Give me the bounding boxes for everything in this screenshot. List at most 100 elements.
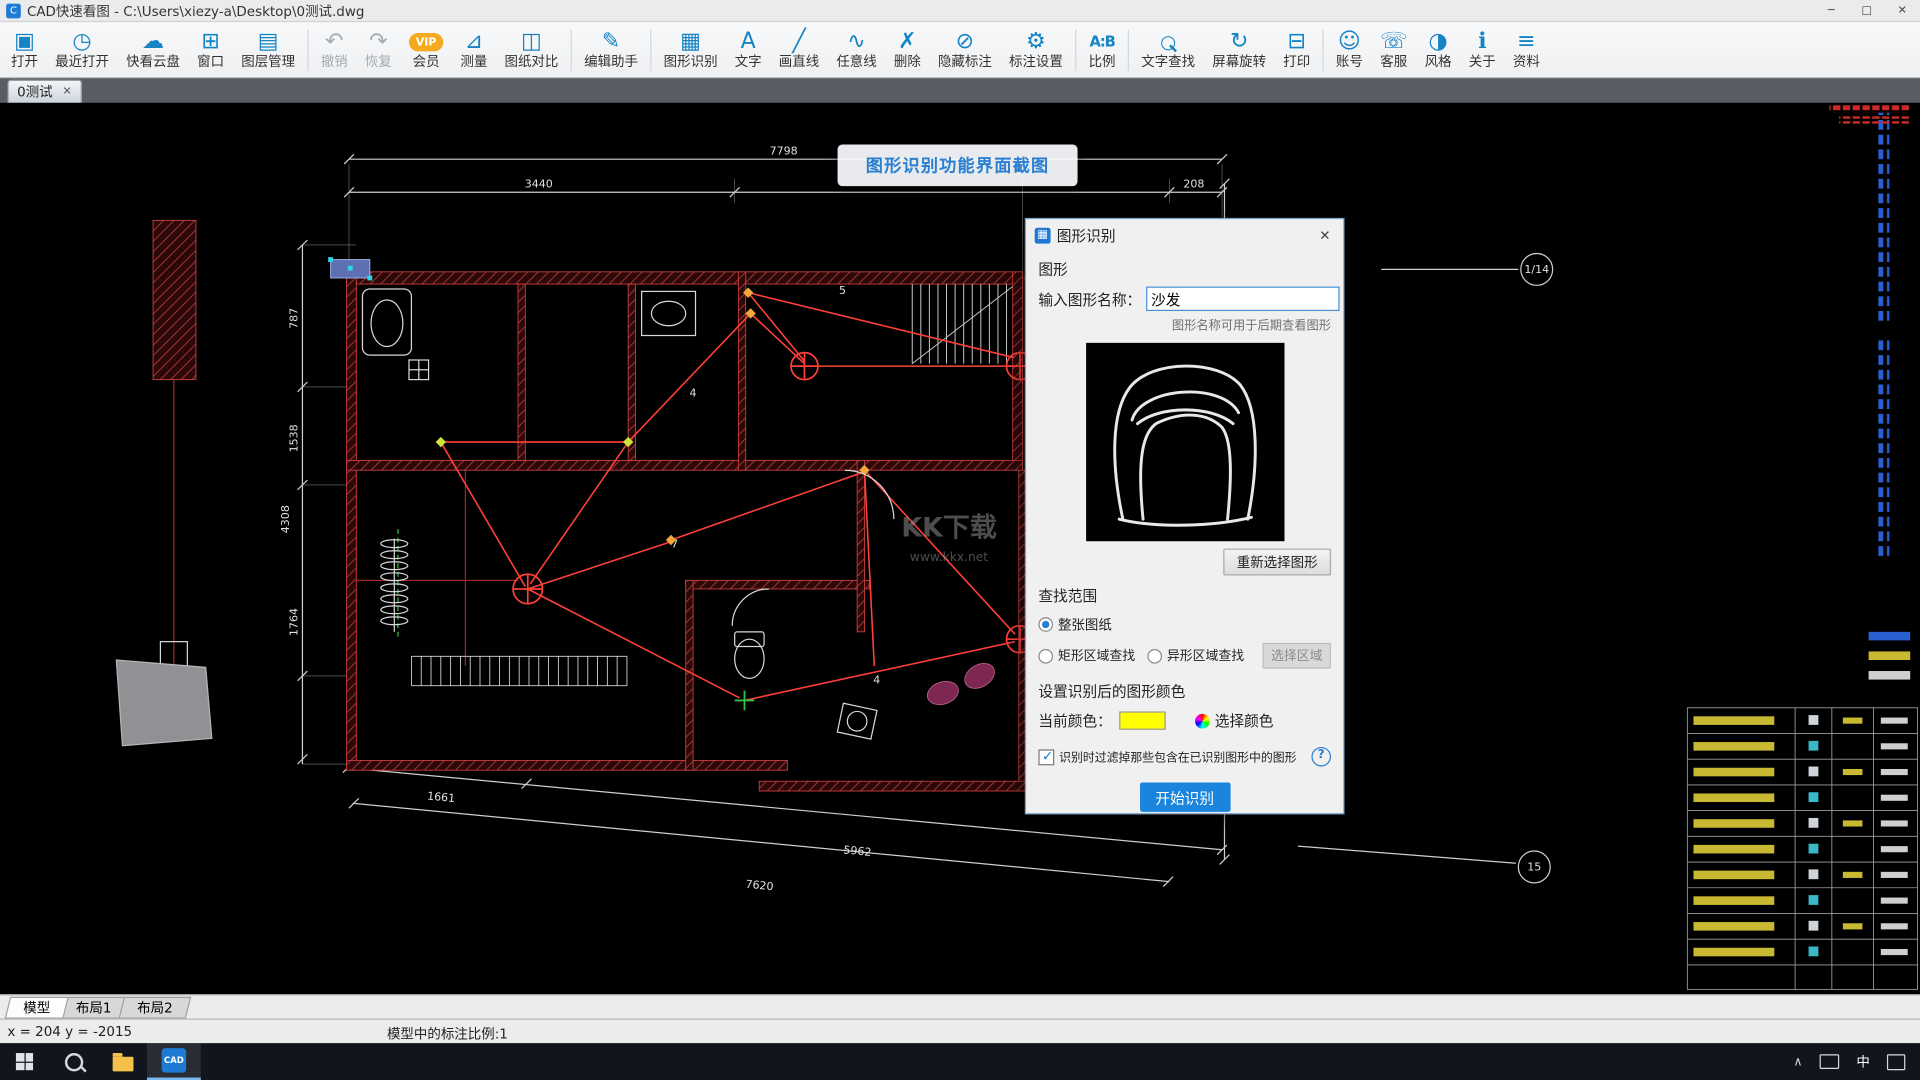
sofa-preview-drawing [1112, 364, 1257, 527]
choose-color-button[interactable]: 选择颜色 [1195, 710, 1274, 731]
tool-support[interactable]: ☏ 客服 [1371, 23, 1416, 77]
watermark: KK下载 www.kkx.net [901, 512, 997, 563]
cad-canvas[interactable]: 7798 3440 208 787 1538 4308 1764 5000 16… [0, 102, 1920, 995]
tool-free-line[interactable]: ∿ 任意线 [828, 23, 886, 77]
range-full-label: 整张图纸 [1057, 617, 1112, 634]
tool-scale[interactable]: A:B 比例 [1080, 23, 1124, 77]
dialog-close-button[interactable]: ✕ [1307, 219, 1344, 251]
tool-layers[interactable]: ▤ 图层管理 [233, 23, 304, 77]
tool-vip[interactable]: VIP 会员 [400, 23, 451, 77]
tool-redo[interactable]: ↷ 恢复 [356, 23, 400, 77]
drawing-legend-table [1686, 631, 1918, 990]
reselect-shape-button[interactable]: 重新选择图形 [1223, 548, 1332, 576]
main-toolbar: ▣ 打开 ◷ 最近打开 ☁ 快看云盘 ⊞ 窗口 ▤ 图层管理 ↶ 撤销 ↷ 恢复 VIP 会员 … [0, 22, 1920, 79]
compare-icon: ◫ [521, 28, 542, 54]
cursor-coordinates: x = 204 y = -2015 [7, 1023, 133, 1040]
tool-delete[interactable]: ✗ 删除 [885, 23, 929, 77]
tool-undo[interactable]: ↶ 撤销 [312, 23, 356, 77]
tool-hide-annotation[interactable]: ⊘ 隐藏标注 [929, 23, 1000, 77]
cad-app-taskbar-button[interactable]: CAD [146, 1043, 201, 1080]
tool-text[interactable]: A 文字 [726, 23, 770, 77]
fixtures-group [159, 288, 895, 740]
screenshot-banner: 图形识别功能界面截图 [837, 144, 1078, 187]
plan-number: 4 [690, 387, 697, 400]
tool-screen-rotate[interactable]: ↻ 屏幕旋转 [1204, 23, 1275, 77]
shape-name-input[interactable] [1146, 286, 1340, 312]
tool-draw-line[interactable]: ╱ 画直线 [770, 23, 828, 77]
tool-recent[interactable]: ◷ 最近打开 [47, 23, 118, 77]
document-tab[interactable]: 0测试 ✕ [7, 79, 82, 103]
tool-edit-assistant[interactable]: ✎ 编辑助手 [576, 23, 647, 77]
sheet-tab-model[interactable]: 模型 [4, 996, 69, 1019]
toolbar-separator [1127, 28, 1129, 71]
dialog-title: 图形识别 [1056, 227, 1116, 245]
notification-icon[interactable] [1886, 1053, 1906, 1070]
tool-cloud[interactable]: ☁ 快看云盘 [118, 23, 189, 77]
toolbar-separator [570, 28, 572, 71]
tool-annotation-settings[interactable]: ⚙ 标注设置 [1000, 23, 1071, 77]
tool-text-search[interactable]: ○ 文字查找 [1133, 23, 1204, 77]
tool-shape-recognition[interactable]: ▦ 图形识别 [655, 23, 726, 77]
shape-section-label: 图形 [1038, 260, 1068, 278]
tool-print[interactable]: ⊟ 打印 [1275, 23, 1319, 77]
axis-bubble-label: 1/14 [1524, 263, 1549, 276]
toolbar-separator [1075, 28, 1077, 71]
range-full-radio[interactable] [1038, 617, 1054, 632]
style-icon: ◑ [1428, 28, 1448, 54]
tool-window[interactable]: ⊞ 窗口 [189, 23, 233, 77]
close-button[interactable]: ✕ [1884, 0, 1920, 21]
vertical-blue-text [1878, 112, 1890, 556]
tab-close-icon[interactable]: ✕ [62, 86, 71, 98]
shape-name-label: 输入图形名称： [1038, 290, 1142, 308]
file-explorer-button[interactable] [98, 1043, 147, 1080]
tool-measure[interactable]: ⊿ 测量 [452, 23, 496, 77]
dimension-label: 3440 [525, 177, 553, 190]
measure-icon: ⊿ [464, 28, 484, 54]
start-button[interactable] [0, 1043, 49, 1080]
tool-compare[interactable]: ◫ 图纸对比 [496, 23, 567, 77]
cloud-icon: ☁ [142, 28, 165, 54]
delete-icon: ✗ [898, 28, 917, 54]
annotation-settings-icon: ⚙ [1026, 28, 1046, 54]
open-icon: ▣ [14, 28, 35, 54]
document-tab-label: 0测试 [17, 84, 53, 101]
range-poly-radio[interactable] [1147, 648, 1163, 664]
toolbar-separator [307, 28, 309, 71]
svg-text:www.kkx.net: www.kkx.net [910, 550, 988, 564]
tool-open[interactable]: ▣ 打开 [2, 23, 46, 77]
tool-style[interactable]: ◑ 风格 [1416, 23, 1460, 77]
title-bar: C CAD快速看图 - C:\Users\xiezy-a\Desktop\0测试… [0, 0, 1920, 23]
color-section-label: 设置识别后的图形颜色 [1038, 683, 1186, 701]
window-icon: ⊞ [201, 28, 220, 54]
display-icon[interactable] [1819, 1054, 1840, 1069]
current-color-label: 当前颜色： [1038, 712, 1112, 730]
tray-expand-icon[interactable]: ∧ [1793, 1055, 1802, 1068]
draw-line-icon: ╱ [792, 28, 806, 54]
tool-about[interactable]: ℹ 关于 [1460, 23, 1504, 77]
sheet-tab-bar: 模型 布局1 布局2 [0, 994, 1920, 1019]
hide-annotation-icon: ⊘ [955, 28, 975, 54]
range-section-label: 查找范围 [1038, 587, 1098, 605]
free-line-icon: ∿ [847, 28, 866, 54]
select-area-button[interactable]: 选择区域 [1262, 642, 1332, 669]
support-icon: ☏ [1380, 28, 1408, 54]
text-search-icon: ○ [1160, 30, 1177, 53]
recent-icon: ◷ [72, 28, 92, 54]
tool-account[interactable]: ☺ 账号 [1327, 23, 1371, 77]
maximize-button[interactable]: □ [1849, 0, 1885, 21]
folder-icon [112, 1052, 133, 1071]
dialog-title-bar[interactable]: ▦ 图形识别 ✕ [1026, 219, 1343, 251]
range-rect-radio[interactable] [1038, 648, 1054, 664]
filter-checkbox[interactable] [1038, 748, 1056, 765]
sheet-tab-layout2[interactable]: 布局2 [118, 996, 192, 1019]
dimension-label: 5962 [843, 843, 872, 859]
tool-docs[interactable]: ≡ 资料 [1504, 23, 1548, 77]
screen-rotate-icon: ↻ [1229, 28, 1249, 54]
ime-indicator[interactable]: 中 [1856, 1052, 1869, 1072]
minimize-button[interactable]: ─ [1813, 0, 1849, 21]
shape-recognition-icon: ▦ [680, 28, 702, 54]
search-button[interactable] [49, 1043, 98, 1080]
help-icon[interactable]: ? [1311, 746, 1332, 767]
start-recognition-button[interactable]: 开始识别 [1139, 782, 1231, 812]
dimension-label: 1661 [427, 790, 456, 806]
